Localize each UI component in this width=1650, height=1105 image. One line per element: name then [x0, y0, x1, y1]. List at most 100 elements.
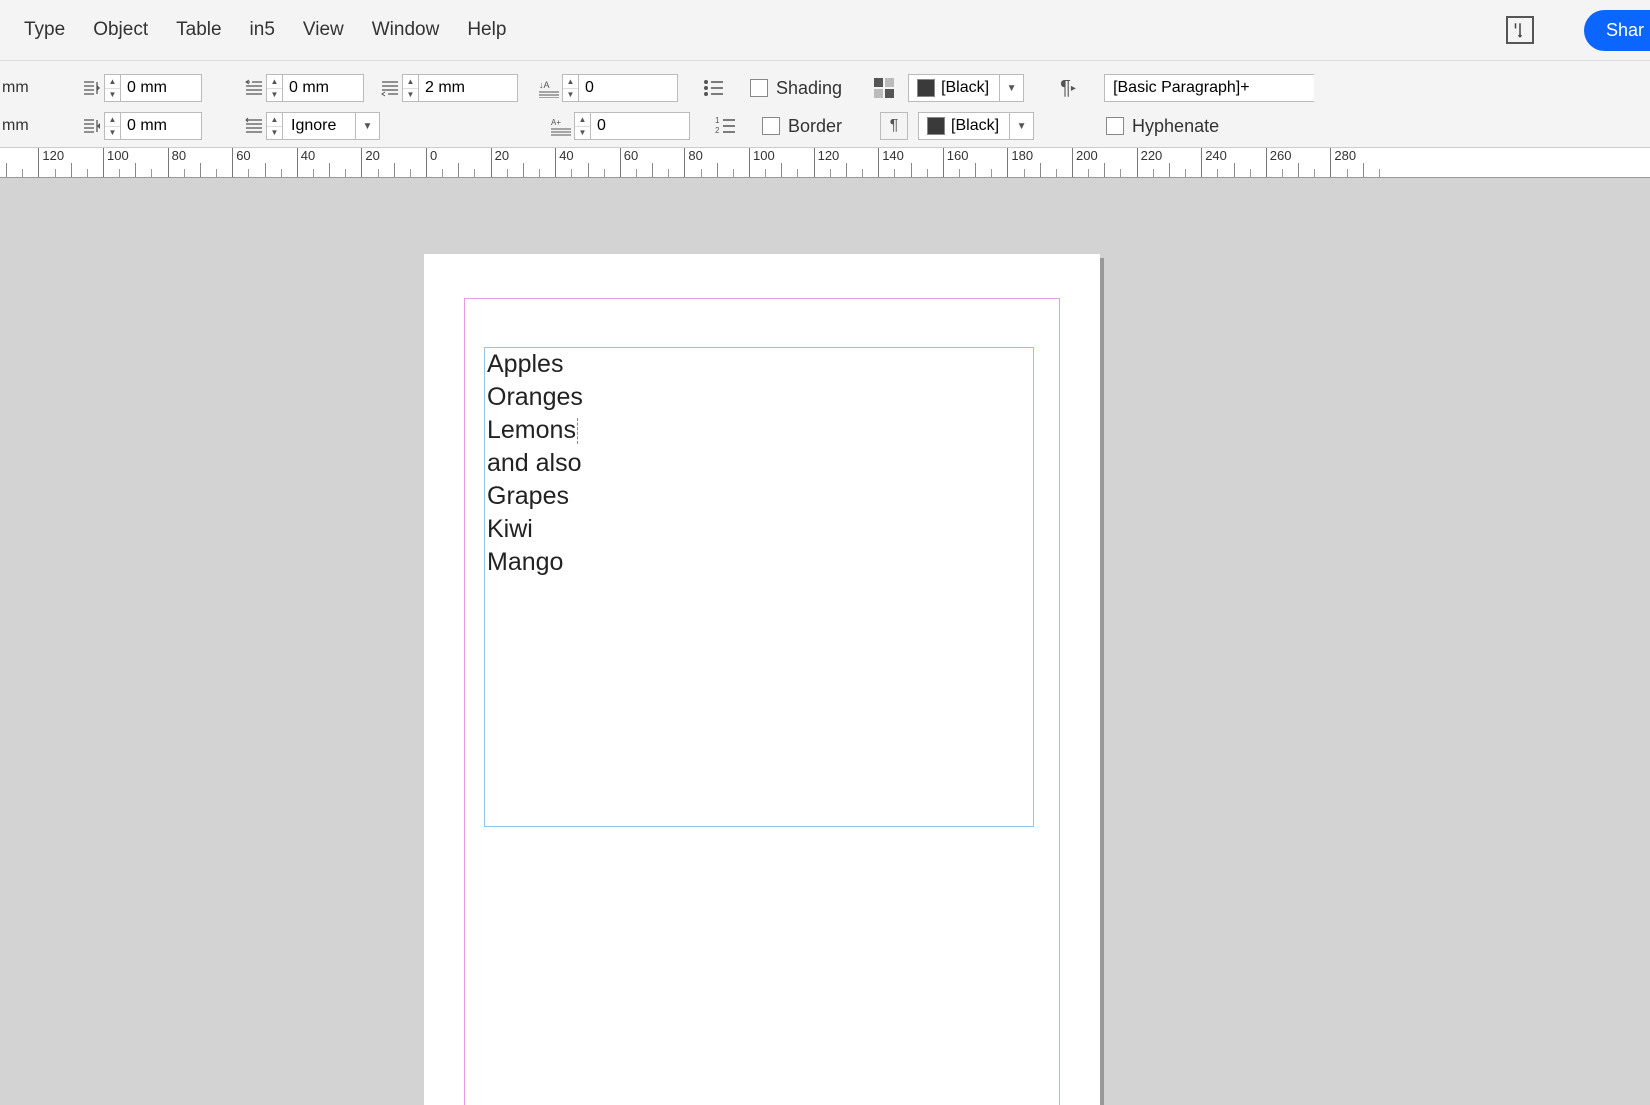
space-before-input[interactable]	[578, 74, 678, 102]
share-button[interactable]: Shar	[1584, 10, 1650, 51]
ruler-tick-minor	[1185, 169, 1186, 177]
ruler-tick-minor	[1153, 169, 1154, 177]
ruler-tick-minor	[588, 163, 589, 177]
ruler-tick-minor	[894, 169, 895, 177]
ruler-tick-minor	[394, 163, 395, 177]
ruler-tick: 100	[749, 148, 775, 178]
last-line-indent-input[interactable]	[418, 74, 518, 102]
right-indent-field[interactable]: ▲▼	[104, 111, 202, 141]
chevron-down-icon[interactable]: ▼	[1000, 74, 1024, 102]
shading-color-dropdown[interactable]: [Black] ▼	[908, 74, 1024, 102]
align-dropdown-input[interactable]	[282, 112, 356, 140]
shading-checkbox[interactable]: Shading	[750, 78, 842, 99]
menu-type[interactable]: Type	[10, 11, 79, 49]
ruler-tick-minor	[1363, 163, 1364, 177]
left-indent-field[interactable]: ▲▼	[104, 73, 202, 103]
paragraph-direction-icon[interactable]: ¶	[880, 112, 908, 140]
ruler-tick: 0	[426, 148, 437, 178]
stepper-down-icon[interactable]: ▼	[105, 127, 120, 140]
ruler-tick-minor	[378, 169, 379, 177]
stepper-up-icon[interactable]: ▲	[105, 113, 120, 127]
ruler-tick-minor	[1347, 169, 1348, 177]
ruler-tick-minor	[313, 169, 314, 177]
text-line[interactable]: Oranges	[485, 381, 1033, 414]
ruler-tick-minor	[329, 163, 330, 177]
menu-view[interactable]: View	[289, 11, 358, 49]
align-field[interactable]: ▲▼	[266, 112, 282, 140]
pilcrow-icon[interactable]: ¶▸	[1054, 74, 1082, 102]
stepper-down-icon[interactable]: ▼	[403, 89, 418, 102]
numbered-list-icon[interactable]: 12	[712, 112, 740, 140]
menu-in5[interactable]: in5	[236, 11, 289, 49]
space-after-field[interactable]: ▲▼	[574, 111, 690, 141]
shading-swatch-icon[interactable]	[870, 74, 898, 102]
last-line-indent-field[interactable]: ▲▼	[402, 73, 518, 103]
stepper-up-icon[interactable]: ▲	[563, 75, 578, 89]
menu-table[interactable]: Table	[162, 11, 235, 49]
text-line[interactable]: Apples	[485, 348, 1033, 381]
ruler-tick-minor	[458, 163, 459, 177]
ruler-tick-minor	[281, 169, 282, 177]
ruler-tick-minor	[135, 163, 136, 177]
stepper-down-icon[interactable]: ▼	[267, 127, 282, 140]
ruler-tick-minor	[523, 163, 524, 177]
ruler-tick-minor	[184, 169, 185, 177]
text-frame[interactable]: ApplesOrangesLemonsand alsoGrapesKiwiMan…	[484, 347, 1034, 827]
first-line-indent-input[interactable]	[282, 74, 364, 102]
chevron-down-icon[interactable]: ▼	[356, 112, 380, 140]
pasteboard[interactable]: ApplesOrangesLemonsand alsoGrapesKiwiMan…	[0, 178, 1650, 1105]
ruler-tick-minor	[571, 169, 572, 177]
svg-text:1: 1	[715, 116, 720, 125]
ruler-tick-minor	[911, 163, 912, 177]
align-dropdown[interactable]: ▼	[282, 112, 380, 140]
shading-label: Shading	[776, 78, 842, 99]
auto-leading-icon: ↓A	[538, 73, 562, 103]
chevron-down-icon[interactable]: ▼	[1010, 112, 1034, 140]
ruler-tick-minor	[668, 169, 669, 177]
stepper-up-icon[interactable]: ▲	[403, 75, 418, 89]
unit-label-2: mm	[0, 117, 30, 135]
ruler-tick-minor	[1104, 163, 1105, 177]
menu-window[interactable]: Window	[358, 11, 454, 49]
ruler-tick: 120	[814, 148, 840, 178]
stepper-up-icon[interactable]: ▲	[105, 75, 120, 89]
horizontal-ruler[interactable]: 0204060801001201401601802002202402602802…	[0, 148, 1650, 178]
ruler-tick-minor	[151, 169, 152, 177]
ruler-tick-minor	[410, 169, 411, 177]
text-line[interactable]: Grapes	[485, 480, 1033, 513]
menu-help[interactable]: Help	[453, 11, 520, 49]
ruler-tick-minor	[975, 163, 976, 177]
menu-object[interactable]: Object	[79, 11, 162, 49]
paragraph-style-dropdown[interactable]	[1104, 74, 1314, 102]
touch-mode-icon[interactable]	[1506, 16, 1534, 44]
text-line[interactable]: Lemons	[485, 414, 1033, 447]
text-line[interactable]: Kiwi	[485, 513, 1033, 546]
stepper-up-icon[interactable]: ▲	[267, 75, 282, 89]
ruler-tick-minor	[87, 169, 88, 177]
space-before-field[interactable]: ▲▼	[562, 73, 678, 103]
left-indent-input[interactable]	[120, 74, 202, 102]
border-color-dropdown[interactable]: [Black] ▼	[918, 112, 1034, 140]
stepper-up-icon[interactable]: ▲	[575, 113, 590, 127]
ruler-tick-minor	[539, 169, 540, 177]
first-line-indent-field[interactable]: ▲▼	[266, 73, 364, 103]
ruler-tick-minor	[717, 163, 718, 177]
hyphenate-checkbox[interactable]: Hyphenate	[1106, 116, 1219, 137]
stepper-down-icon[interactable]: ▼	[575, 127, 590, 140]
ruler-tick-minor	[119, 169, 120, 177]
text-line[interactable]: and also	[485, 447, 1033, 480]
ruler-tick: 140	[878, 148, 904, 178]
stepper-down-icon[interactable]: ▼	[267, 89, 282, 102]
stepper-down-icon[interactable]: ▼	[563, 89, 578, 102]
ruler-tick: 260	[1266, 148, 1292, 178]
right-indent-input[interactable]	[120, 112, 202, 140]
bulleted-list-icon[interactable]	[700, 74, 728, 102]
border-checkbox[interactable]: Border	[762, 116, 842, 137]
document-page[interactable]: ApplesOrangesLemonsand alsoGrapesKiwiMan…	[424, 254, 1100, 1105]
paragraph-style-input[interactable]	[1104, 74, 1314, 102]
stepper-up-icon[interactable]: ▲	[267, 113, 282, 127]
ruler-tick-minor	[22, 169, 23, 177]
stepper-down-icon[interactable]: ▼	[105, 89, 120, 102]
space-after-input[interactable]	[590, 112, 690, 140]
text-line[interactable]: Mango	[485, 546, 1033, 579]
